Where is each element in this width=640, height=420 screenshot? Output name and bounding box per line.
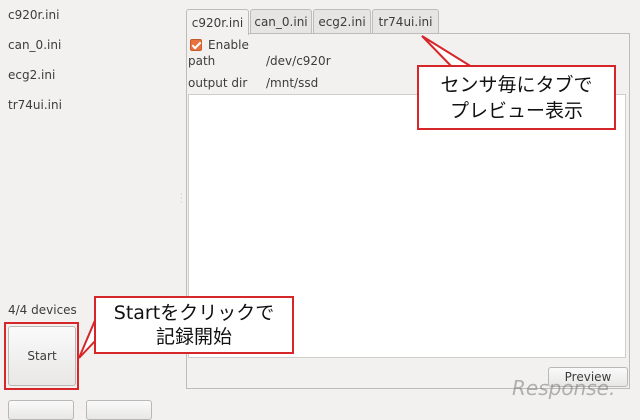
tabs-annotation-line-1: センサ毎にタブで (440, 73, 593, 96)
start-annotation-line-2: 記録開始 (155, 326, 232, 348)
response-watermark: Response. (512, 376, 616, 400)
tabs-annotation-callout: センサ毎にタブで プレビュー表示 (417, 65, 616, 130)
tabs-annotation-line-2: プレビュー表示 (449, 99, 583, 122)
tab-c920r[interactable]: c920r.ini (186, 9, 249, 35)
start-annotation-line-1: Startをクリックで (113, 302, 275, 324)
tabs-callout-pointer (421, 35, 476, 68)
start-button-highlight (4, 322, 79, 390)
start-annotation-callout: Startをクリックで 記録開始 (94, 296, 294, 354)
